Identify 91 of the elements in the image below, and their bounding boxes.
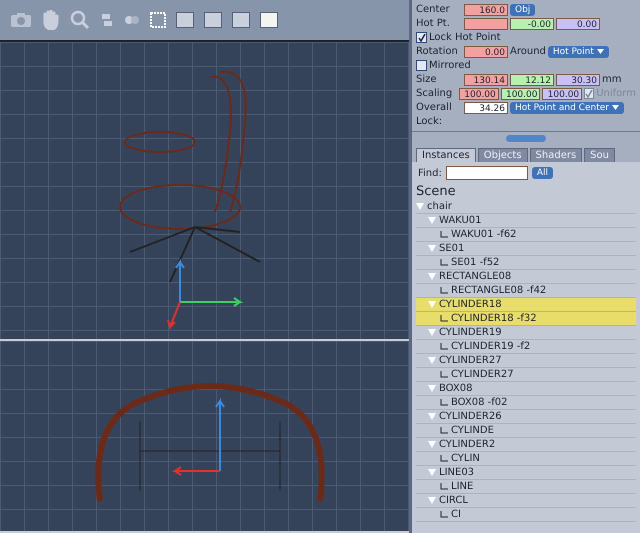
tree-item[interactable]: CYLINDER2 [416, 438, 636, 452]
disclosure-triangle-icon[interactable] [428, 245, 436, 252]
tree-item[interactable]: RECTANGLE08 [416, 270, 636, 284]
tree-item[interactable]: CYLINDER19 [416, 326, 636, 340]
tree-item[interactable]: LINE [416, 480, 636, 494]
around-dropdown[interactable]: Hot Point [548, 46, 609, 58]
tree-heading: Scene [416, 184, 457, 200]
grid-icon[interactable] [150, 12, 166, 28]
tree-connector-icon [440, 427, 448, 434]
tree-connector-icon [440, 455, 448, 462]
number-field[interactable] [464, 18, 508, 30]
tree-connector-icon [440, 315, 448, 322]
view-layout-button[interactable] [260, 12, 278, 28]
field-label: Rotation [416, 46, 459, 57]
number-field[interactable]: 30.30 [556, 74, 600, 86]
tree-connector-icon [440, 259, 448, 266]
tree-item[interactable]: CI [416, 508, 636, 522]
tree-item[interactable]: SE01 [416, 242, 636, 256]
disclosure-triangle-icon[interactable] [428, 273, 436, 280]
field-label: Around [510, 46, 546, 57]
tree-item[interactable]: WAKU01 [416, 214, 636, 228]
tree-connector-icon [440, 343, 448, 350]
view-layout-button[interactable] [204, 12, 222, 28]
splitter-handle[interactable] [506, 134, 546, 142]
tree-connector-icon [440, 287, 448, 294]
checkbox[interactable] [416, 32, 427, 43]
camera-icon[interactable] [10, 12, 32, 28]
disclosure-triangle-icon[interactable] [428, 497, 436, 504]
tree-connector-icon [440, 371, 448, 378]
disclosure-triangle-icon[interactable] [428, 329, 436, 336]
tree-item[interactable]: chair [416, 200, 636, 214]
field-label: Overall [416, 102, 453, 113]
number-field[interactable]: 160.0 [464, 4, 508, 16]
tree-item[interactable]: CYLINDER26 [416, 410, 636, 424]
tree-item[interactable]: LINE03 [416, 466, 636, 480]
tree-item[interactable]: BOX08 -f02 [416, 396, 636, 410]
number-field[interactable]: -0.00 [510, 18, 554, 30]
disclosure-triangle-icon[interactable] [428, 469, 436, 476]
number-field[interactable]: 0.00 [556, 18, 600, 30]
tree-item[interactable]: BOX08 [416, 382, 636, 396]
tree-item[interactable]: CYLINDER27 [416, 368, 636, 382]
tree-item[interactable]: CYLINDE [416, 424, 636, 438]
field-label: Size [416, 74, 438, 85]
tree-item[interactable]: CYLINDER27 [416, 354, 636, 368]
tree-item[interactable]: CYLINDER19 -f2 [416, 340, 636, 354]
unit-label: mm [602, 74, 622, 85]
tree-item[interactable]: CYLINDER18 [416, 298, 636, 312]
number-field[interactable]: 12.12 [510, 74, 554, 86]
view-layout-button[interactable] [232, 12, 250, 28]
tree-connector-icon [440, 483, 448, 490]
number-field[interactable]: 0.00 [464, 46, 508, 58]
field-label: Scaling [416, 88, 454, 99]
filter-button[interactable]: All [532, 167, 554, 179]
disclosure-triangle-icon[interactable] [428, 357, 436, 364]
field-label: Lock: [416, 116, 444, 127]
checkbox-label: Lock Hot Point [429, 32, 501, 43]
tree-connector-icon [440, 511, 448, 518]
caret-icon [596, 49, 604, 54]
lock-mode-dropdown[interactable]: Hot Point and Center [510, 102, 624, 114]
search-icon[interactable] [70, 10, 90, 30]
disclosure-triangle-icon[interactable] [416, 203, 424, 210]
disclosure-triangle-icon[interactable] [428, 413, 436, 420]
field-label: Hot Pt. [416, 18, 451, 29]
checkbox-label: Mirrored [429, 60, 471, 71]
disclosure-triangle-icon[interactable] [428, 217, 436, 224]
tree-item[interactable]: CYLIN [416, 452, 636, 466]
tree-item[interactable]: CIRCL [416, 494, 636, 508]
object-button[interactable]: Obj [510, 4, 536, 16]
number-field[interactable]: 34.26 [464, 102, 508, 114]
tree-connector-icon [440, 231, 448, 238]
checkbox[interactable] [416, 60, 427, 71]
disclosure-triangle-icon[interactable] [428, 385, 436, 392]
tree-item[interactable]: CYLINDER18 -f32 [416, 312, 636, 326]
caret-icon [612, 105, 619, 110]
find-field[interactable] [446, 166, 528, 180]
node-icon[interactable] [100, 12, 114, 27]
number-field[interactable]: 130.14 [464, 74, 508, 86]
tree-connector-icon [440, 399, 448, 406]
tree-item[interactable]: SE01 -f52 [416, 256, 636, 270]
number-field[interactable]: 100.00 [459, 88, 499, 100]
view-layout-button[interactable] [176, 12, 194, 28]
disclosure-triangle-icon[interactable] [428, 441, 436, 448]
find-label: Find: [418, 168, 442, 178]
browser-tab[interactable]: Instances [416, 148, 476, 162]
disclosure-triangle-icon[interactable] [428, 301, 436, 308]
hand-icon[interactable] [42, 10, 60, 30]
tree-item[interactable]: WAKU01 -f62 [416, 228, 636, 242]
group-icon[interactable] [124, 14, 140, 26]
field-label: Center [416, 4, 451, 15]
number-field[interactable]: 100.00 [542, 88, 582, 100]
number-field[interactable]: 100.00 [500, 88, 540, 100]
